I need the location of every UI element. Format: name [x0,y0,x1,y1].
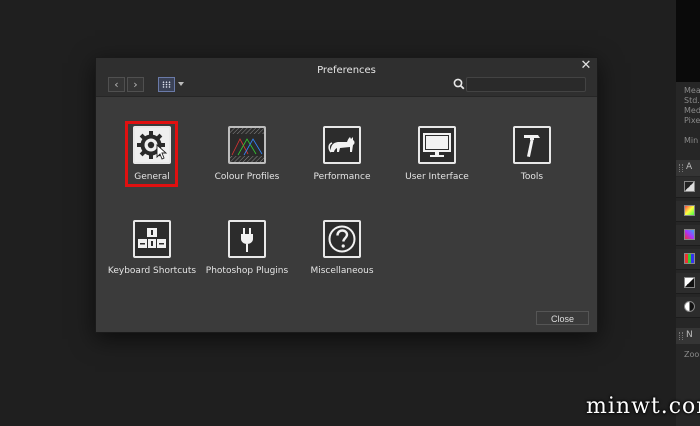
right-side-panel: Mea Std. Med Pixe Min A N Zoon [676,0,700,426]
drag-handle-icon[interactable] [679,164,683,172]
close-button[interactable]: Close [536,311,589,325]
panel-text-line: Std. [684,96,700,105]
adjustment-levels[interactable] [676,177,700,198]
navigator-preview [676,0,700,82]
monitor-icon [418,126,456,164]
search-input[interactable] [466,77,586,92]
panel-header-label: A [686,162,693,172]
panel-header-navigator[interactable]: N [676,328,700,344]
zoom-label: Zoon [684,350,700,359]
hsl-icon [684,229,695,240]
adjustment-contrast[interactable] [676,297,700,318]
chevron-left-icon: ‹ [114,78,119,91]
adjustment-curves[interactable] [676,273,700,294]
panel-min-label: Min [684,136,699,145]
panel-header-label: N [686,330,693,340]
keyboard-icon [133,220,171,258]
contrast-icon [684,301,695,312]
drag-handle-icon[interactable] [679,332,683,340]
chevron-down-icon[interactable] [178,82,184,86]
curves-icon [684,277,695,288]
grid-view-icon [162,81,171,88]
panel-text-line: Mea [684,86,700,95]
adjustment-colour[interactable] [676,201,700,222]
pref-user-interface[interactable]: User Interface [387,126,487,196]
pref-colour-profiles[interactable]: Colour Profiles [197,126,297,196]
pref-miscellaneous[interactable]: Miscellaneous [292,220,392,290]
hammer-icon [513,126,551,164]
pref-photoshop-plugins[interactable]: Photoshop Plugins [197,220,297,290]
back-button[interactable]: ‹ [108,77,125,92]
gear-icon [133,126,171,164]
adjustment-channels[interactable] [676,249,700,270]
pref-general[interactable]: General [102,121,202,196]
channels-icon [684,253,695,264]
search-icon [453,78,465,90]
panel-text-line: Pixe [684,116,700,125]
forward-button[interactable]: › [127,77,144,92]
plug-icon [228,220,266,258]
pref-label: Miscellaneous [310,266,374,276]
pref-label: Tools [520,172,544,182]
adjustment-hsl[interactable] [676,225,700,246]
preferences-dialog: Preferences ✕ ‹ › General Colour Profile… [95,57,598,333]
gradient-icon [684,205,695,216]
levels-icon [684,181,695,192]
chevron-right-icon: › [133,78,138,91]
dialog-toolbar: ‹ › [96,75,597,97]
colour-profiles-icon [228,126,266,164]
question-icon [323,220,361,258]
pref-keyboard-shortcuts[interactable]: Keyboard Shortcuts [102,220,202,290]
watermark: minwt.com [586,394,700,419]
panel-header-adjustments[interactable]: A [676,160,700,176]
view-mode-button[interactable] [158,77,175,92]
panel-text-line: Med [684,106,700,115]
close-icon[interactable]: ✕ [579,59,593,73]
dialog-titlebar[interactable]: Preferences ✕ [96,58,597,76]
pref-tools[interactable]: Tools [482,126,582,196]
pref-performance[interactable]: Performance [292,126,392,196]
cat-icon [323,126,361,164]
